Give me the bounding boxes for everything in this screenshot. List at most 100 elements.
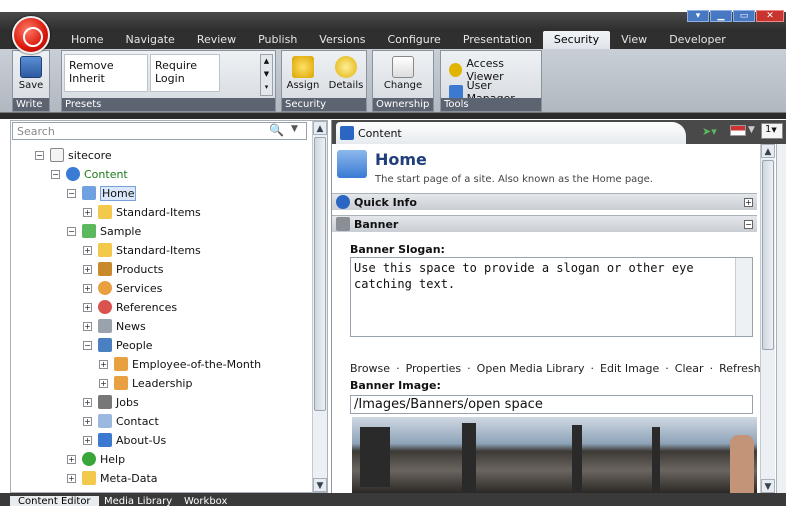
- tree-scrollbar[interactable]: ▲ ▼: [312, 121, 327, 492]
- slogan-text: Use this space to provide a slogan or ot…: [354, 261, 694, 291]
- section-title: Banner: [354, 217, 399, 231]
- navigate-icon[interactable]: ➤▾: [702, 125, 717, 138]
- collapse-icon[interactable]: −: [83, 340, 92, 350]
- tab-media-library[interactable]: Media Library: [96, 496, 180, 507]
- tree-node-help[interactable]: + Help: [67, 451, 125, 467]
- search-icon[interactable]: 🔍: [269, 123, 284, 137]
- tree-node-leadership[interactable]: + Leadership: [99, 375, 192, 391]
- expand-icon[interactable]: +: [83, 321, 92, 331]
- editor-scrollbar[interactable]: ▲ ▼: [760, 144, 775, 493]
- tree-label: Contact: [116, 414, 159, 428]
- tree-node-about-us[interactable]: + About-Us: [83, 432, 166, 448]
- close-button[interactable]: ✕: [756, 10, 784, 22]
- collapse-ribbon-button[interactable]: ▾: [687, 10, 709, 22]
- collapse-icon[interactable]: −: [67, 188, 76, 198]
- tab-configure[interactable]: Configure: [376, 31, 451, 49]
- change-owner-button[interactable]: Change: [377, 53, 429, 91]
- expand-icon[interactable]: +: [83, 245, 92, 255]
- tree-node-sitecore[interactable]: − sitecore: [35, 147, 112, 163]
- tab-view[interactable]: View: [610, 31, 658, 49]
- collapse-icon[interactable]: −: [35, 150, 44, 160]
- tab-security[interactable]: Security: [542, 31, 611, 49]
- tree-node-people[interactable]: − People: [83, 337, 153, 353]
- tree-node-standard-items[interactable]: + Standard-Items: [83, 204, 201, 220]
- section-quick-info[interactable]: Quick Info +: [332, 193, 757, 210]
- scroll-up-icon[interactable]: ▲: [313, 121, 327, 135]
- expand-icon[interactable]: +: [83, 283, 92, 293]
- item-title: Home: [375, 150, 427, 169]
- tab-content-editor[interactable]: Content Editor: [10, 496, 99, 507]
- details-button[interactable]: Details: [326, 53, 366, 91]
- preset-require-login[interactable]: Require Login: [150, 54, 220, 92]
- clear-link[interactable]: Clear: [675, 362, 704, 375]
- expand-icon[interactable]: +: [83, 207, 92, 217]
- presets-scrollbar[interactable]: ▲ ▼ ▾: [260, 54, 273, 96]
- open-media-library-link[interactable]: Open Media Library: [477, 362, 585, 375]
- tree-node-references[interactable]: + References: [83, 299, 177, 315]
- textarea-scrollbar[interactable]: [735, 258, 752, 336]
- tab-publish[interactable]: Publish: [247, 31, 308, 49]
- tools-caption: Tools: [441, 98, 541, 111]
- preset-remove-inherit[interactable]: Remove Inherit: [64, 54, 148, 92]
- tree-node-employee-of-the-month[interactable]: + Employee-of-the-Month: [99, 356, 261, 372]
- expand-icon[interactable]: +: [83, 416, 92, 426]
- tab-presentation[interactable]: Presentation: [452, 31, 543, 49]
- language-flag-icon[interactable]: [730, 125, 746, 136]
- tree-node-contact[interactable]: + Contact: [83, 413, 159, 429]
- tree-node-content[interactable]: − Content: [51, 166, 128, 182]
- banner-slogan-textarea[interactable]: Use this space to provide a slogan or ot…: [350, 257, 753, 337]
- edit-image-link[interactable]: Edit Image: [600, 362, 659, 375]
- sitecore-logo[interactable]: [12, 16, 50, 54]
- assign-button[interactable]: Assign: [284, 53, 322, 91]
- section-title: Quick Info: [354, 195, 417, 209]
- tree-node-news[interactable]: + News: [83, 318, 146, 334]
- tree-node-products[interactable]: + Products: [83, 261, 164, 277]
- scroll-up-icon[interactable]: ▲: [761, 144, 775, 158]
- tree-label: News: [116, 319, 146, 333]
- collapse-icon[interactable]: −: [51, 169, 60, 179]
- tree-node-jobs[interactable]: + Jobs: [83, 394, 139, 410]
- expand-icon[interactable]: +: [99, 378, 108, 388]
- expand-icon[interactable]: +: [83, 397, 92, 407]
- banner-image-path-field[interactable]: /Images/Banners/open space: [350, 395, 753, 414]
- scroll-thumb[interactable]: [314, 137, 326, 411]
- tree-node-home[interactable]: − Home: [67, 185, 137, 201]
- details-label: Details: [328, 80, 364, 91]
- collapse-icon[interactable]: −: [744, 219, 753, 229]
- section-banner[interactable]: Banner −: [332, 215, 757, 232]
- expand-icon[interactable]: +: [67, 473, 76, 483]
- tab-review[interactable]: Review: [186, 31, 247, 49]
- expand-icon[interactable]: +: [83, 302, 92, 312]
- scroll-down-icon[interactable]: ▼: [761, 479, 775, 493]
- expand-icon[interactable]: +: [83, 435, 92, 445]
- expand-icon[interactable]: +: [99, 359, 108, 369]
- scroll-thumb[interactable]: [762, 160, 774, 350]
- tab-developer[interactable]: Developer: [658, 31, 737, 49]
- expand-icon[interactable]: +: [83, 264, 92, 274]
- search-options-icon[interactable]: ▼: [291, 124, 298, 134]
- tree-node-meta-data[interactable]: + Meta-Data: [67, 470, 158, 486]
- collapse-icon[interactable]: −: [67, 226, 76, 236]
- browse-link[interactable]: Browse: [350, 362, 390, 375]
- minimize-button[interactable]: ▁: [710, 10, 732, 22]
- tree-node-standard-items[interactable]: + Standard-Items: [83, 242, 201, 258]
- version-selector[interactable]: 1▼: [761, 123, 783, 139]
- contact-icon: [98, 414, 112, 428]
- search-input[interactable]: Search: [12, 122, 307, 140]
- save-button[interactable]: Save: [15, 53, 47, 91]
- expand-icon[interactable]: +: [744, 197, 753, 207]
- restore-button[interactable]: ▭: [733, 10, 755, 22]
- scroll-down-icon[interactable]: ▼: [313, 478, 327, 492]
- tab-content[interactable]: Content: [336, 122, 686, 144]
- tab-versions[interactable]: Versions: [308, 31, 376, 49]
- tree-node-sample[interactable]: − Sample: [67, 223, 141, 239]
- refresh-link[interactable]: Refresh: [719, 362, 761, 375]
- language-dropdown-icon[interactable]: ▼: [748, 125, 755, 135]
- tab-home[interactable]: Home: [60, 31, 114, 49]
- properties-link[interactable]: Properties: [406, 362, 462, 375]
- tree-node-services[interactable]: + Services: [83, 280, 162, 296]
- expand-icon[interactable]: +: [67, 454, 76, 464]
- tree-label: Standard-Items: [116, 205, 201, 219]
- tab-navigate[interactable]: Navigate: [114, 31, 185, 49]
- tab-workbox[interactable]: Workbox: [176, 496, 235, 507]
